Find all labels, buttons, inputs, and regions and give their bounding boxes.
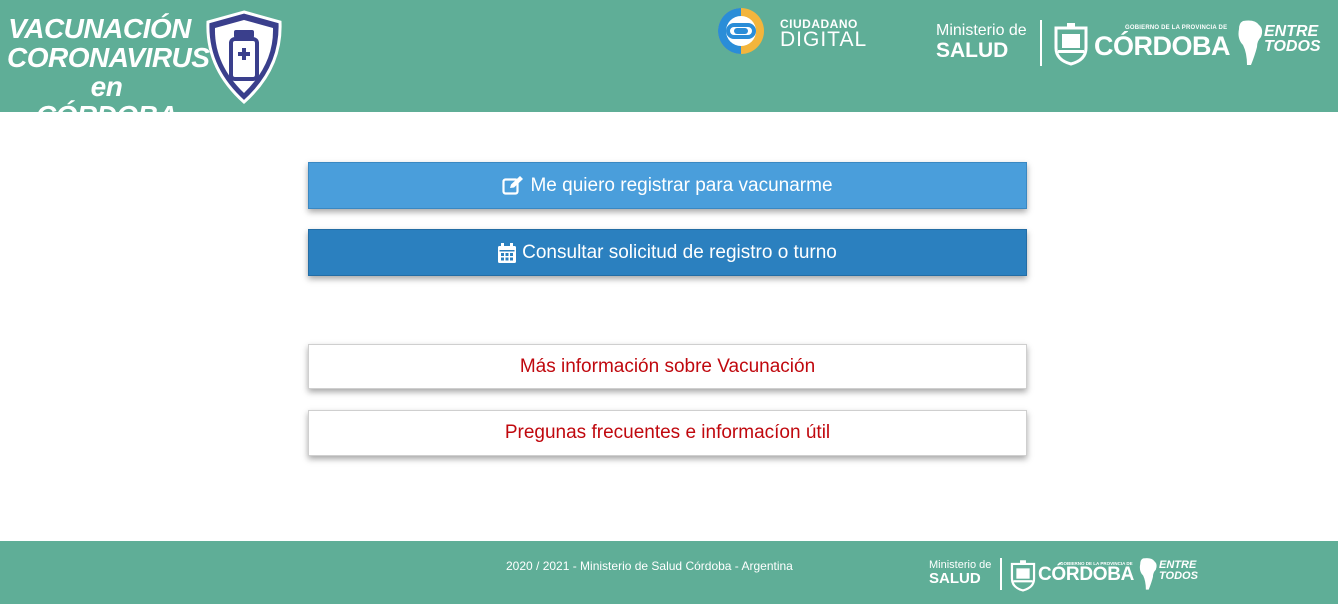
site-header: VACUNACIÓN CORONAVIRUS en CÓRDOBA CIUDAD… — [0, 0, 1338, 130]
cordoba-text: CÓRDOBA — [1094, 31, 1231, 61]
digital-text: DIGITAL — [780, 28, 868, 51]
campaign-title-line2: CORONAVIRUS — [7, 42, 210, 73]
logo-divider — [1040, 20, 1042, 66]
campaign-title[interactable]: VACUNACIÓN CORONAVIRUS en CÓRDOBA — [7, 13, 210, 130]
footer-ministerio-logo: Ministerio de SALUD — [929, 559, 991, 587]
register-button[interactable]: Me quiero registrar para vacunarme — [308, 162, 1027, 209]
todos-text: TODOS — [1264, 38, 1321, 55]
entre-todos-logo: ENTRE TODOS — [1264, 23, 1321, 55]
ciudadano-digital-logo[interactable]: CIUDADANO DIGITAL — [712, 7, 866, 57]
salud-text: SALUD — [936, 39, 1009, 62]
vaccination-info-button[interactable]: Más información sobre Vacunación — [308, 344, 1027, 389]
campaign-title-line3: en CÓRDOBA — [35, 71, 178, 131]
footer-todos-text: TODOS — [1159, 570, 1198, 582]
vaccination-info-label: Más información sobre Vacunación — [519, 355, 816, 377]
ministerio-salud-logo: Ministerio de SALUD — [936, 22, 1027, 62]
site-footer: 2020 / 2021 - Ministerio de Salud Córdob… — [0, 541, 1338, 604]
edit-icon — [502, 175, 524, 195]
argentina-map-icon — [1238, 20, 1263, 65]
cordoba-shield-icon — [1054, 23, 1088, 66]
footer-logo-divider — [1000, 558, 1002, 590]
consult-button[interactable]: Consultar solicitud de registro o turno — [308, 229, 1027, 276]
footer-copyright: 2020 / 2021 - Ministerio de Salud Córdob… — [506, 559, 793, 573]
faq-button[interactable]: Pregunas frecuentes e informacíon útil — [308, 410, 1027, 456]
footer-entre-todos-logo: ENTRE TODOS — [1159, 560, 1198, 582]
shield-vaccine-icon — [206, 10, 282, 105]
consult-button-label: Consultar solicitud de registro o turno — [522, 241, 837, 263]
footer-salud-text: SALUD — [929, 570, 981, 587]
entre-text: ENTRE — [1264, 23, 1319, 40]
footer-argentina-map-icon — [1139, 558, 1157, 590]
footer-cordoba-shield-icon — [1010, 560, 1036, 592]
calendar-icon — [498, 242, 517, 263]
footer-cordoba-text: CÓRDOBA — [1038, 564, 1135, 585]
register-button-label: Me quiero registrar para vacunarme — [530, 174, 833, 196]
faq-label: Pregunas frecuentes e informacíon útil — [504, 422, 831, 443]
ministerio-text: Ministerio de — [936, 22, 1027, 39]
campaign-title-line1: VACUNACIÓN — [8, 13, 191, 44]
ciudadano-digital-icon — [718, 8, 764, 54]
